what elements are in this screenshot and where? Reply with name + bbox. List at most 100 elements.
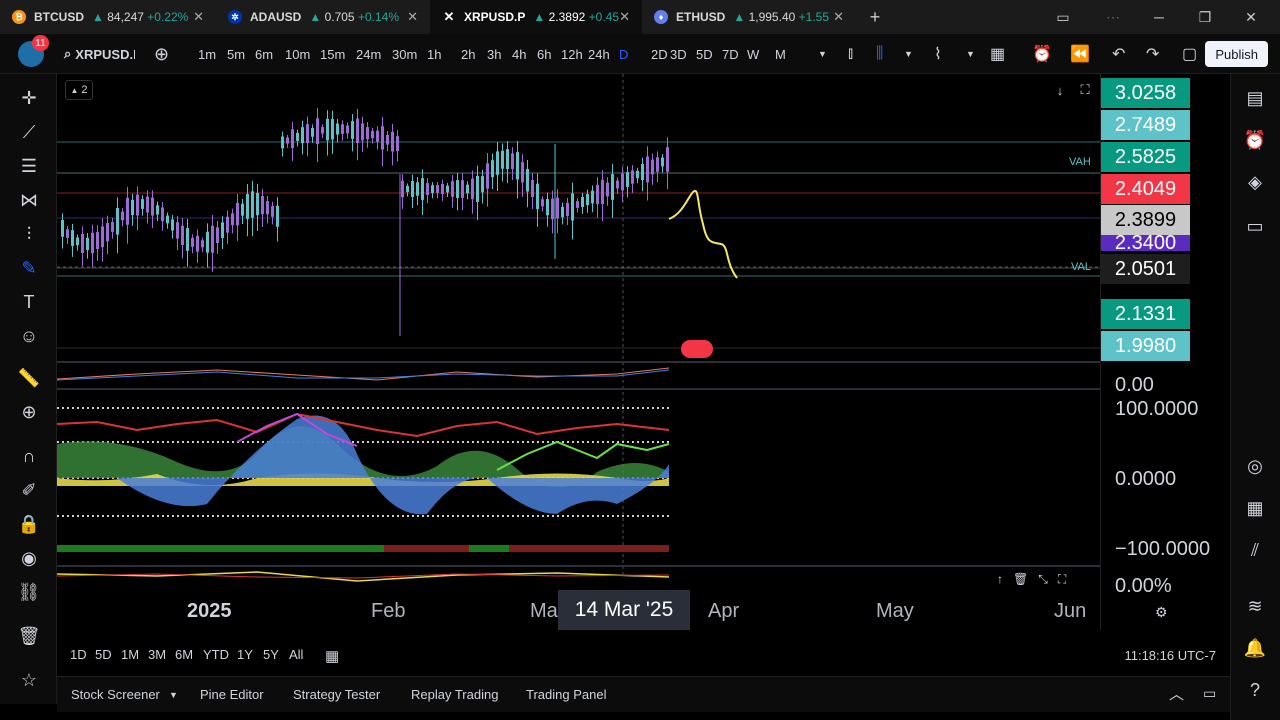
maximize-panel-icon[interactable]: ▭ — [1203, 685, 1216, 702]
interval-5D[interactable]: 5D — [696, 34, 713, 74]
close-icon[interactable]: ✕ — [407, 9, 418, 25]
interval-4h[interactable]: 4h — [512, 34, 526, 74]
templates-icon[interactable]: ▦ — [990, 34, 1005, 74]
range-1d[interactable]: 1D — [70, 647, 87, 662]
layout-icon[interactable]: ▭ — [1040, 0, 1086, 34]
pane-separator[interactable] — [57, 388, 1230, 390]
restore-icon[interactable]: ❐ — [1182, 0, 1228, 34]
interval-7D[interactable]: 7D — [722, 34, 739, 74]
range-5y[interactable]: 5Y — [263, 647, 279, 662]
interval-W[interactable]: W — [747, 34, 759, 74]
chevron-down-icon[interactable]: ▼ — [169, 690, 178, 700]
interval-D[interactable]: D — [619, 34, 628, 74]
notifications-bell-icon[interactable]: 🔔 — [1241, 634, 1269, 662]
more-icon[interactable]: ⋯ — [1090, 0, 1136, 34]
layers-icon[interactable]: ◈ — [1241, 168, 1269, 196]
range-1y[interactable]: 1Y — [237, 647, 253, 662]
interval-3D[interactable]: 3D — [670, 34, 687, 74]
interval-10m[interactable]: 10m — [285, 34, 310, 74]
chat-icon[interactable]: ▭ — [1241, 212, 1269, 240]
new-tab-icon[interactable]: + — [860, 0, 890, 34]
interval-1m[interactable]: 1m — [198, 34, 216, 74]
browser-tab-ethusd[interactable]: ♦ ETHUSD ▲ 1,995.40 +1.55 ✕ — [642, 0, 856, 34]
tab-replay-trading[interactable]: Replay Trading — [411, 687, 498, 702]
interval-5m[interactable]: 5m — [227, 34, 245, 74]
interval-M[interactable]: M — [775, 34, 786, 74]
compare-add-icon[interactable]: ⊕ — [154, 34, 169, 74]
favorites-star-icon[interactable]: ☆ — [15, 666, 43, 694]
range-3m[interactable]: 3M — [148, 647, 166, 662]
range-ytd[interactable]: YTD — [203, 647, 229, 662]
interval-2D[interactable]: 2D — [651, 34, 668, 74]
range-5d[interactable]: 5D — [95, 647, 112, 662]
tab-trading-panel[interactable]: Trading Panel — [526, 687, 606, 702]
clock[interactable]: 11:18:16 UTC-7 — [1124, 648, 1216, 663]
chart-canvas[interactable] — [56, 74, 1100, 630]
scroll-down-icon[interactable]: ↓ — [1050, 80, 1070, 100]
close-icon[interactable]: ✕ — [193, 9, 204, 25]
trash-icon[interactable]: 🗑 — [15, 622, 43, 650]
browser-tab-adausd[interactable]: ✲ ADAUSD ▲ 0.705 +0.14% ✕ — [216, 0, 430, 34]
text-icon[interactable]: T — [15, 288, 43, 316]
range-all[interactable]: All — [289, 647, 303, 662]
brush-icon[interactable]: ✎ — [15, 254, 43, 282]
bar-style-icon[interactable]: ⫼ — [876, 34, 883, 74]
eye-icon[interactable]: ◉ — [15, 544, 43, 572]
redo-icon[interactable]: ↷ — [1146, 34, 1159, 74]
settings-gear-icon[interactable]: ⚙ — [1155, 604, 1168, 621]
interval-6m[interactable]: 6m — [255, 34, 273, 74]
chart-area[interactable]: ▲ 2 VAH VAL ↓ ⛶ ↑ 🗑 ⤡ ⛶ — [56, 74, 1100, 630]
link-icon[interactable]: ⛓ — [15, 578, 43, 606]
fullscreen-icon[interactable]: ▢ — [1182, 34, 1197, 74]
fib-retracement-icon[interactable]: ☰ — [15, 152, 43, 180]
publish-button[interactable]: Publish — [1205, 41, 1268, 67]
emoji-icon[interactable]: ☺ — [15, 322, 43, 350]
interval-24m[interactable]: 24m — [356, 34, 381, 74]
ruler-icon[interactable]: 📏 — [15, 364, 43, 392]
goto-date-icon[interactable]: ▦ — [325, 647, 339, 665]
interval-15m[interactable]: 15m — [320, 34, 345, 74]
interval-2h[interactable]: 2h — [461, 34, 475, 74]
close-icon[interactable]: ✕ — [619, 9, 630, 25]
chevron-down-icon[interactable]: ▼ — [818, 34, 827, 74]
interval-12h[interactable]: 12h — [561, 34, 583, 74]
watchlist-icon[interactable]: ▤ — [1241, 84, 1269, 112]
pine-icon[interactable]: ⫽ — [1241, 536, 1269, 564]
maximize-pane-icon[interactable]: ⛶ — [1075, 80, 1095, 100]
pane-separator[interactable] — [57, 565, 1230, 567]
browser-tab-btcusd[interactable]: ₿ BTCUSD ▲ 84,247 +0.22% ✕ — [0, 0, 216, 34]
undo-icon[interactable]: ↶ — [1112, 34, 1125, 74]
pane-separator[interactable] — [57, 361, 1230, 363]
prediction-icon[interactable]: ⫶ — [15, 220, 43, 248]
replay-icon[interactable]: ⏪ — [1070, 34, 1090, 74]
tab-strategy-tester[interactable]: Strategy Tester — [293, 687, 380, 702]
economic-events-icon[interactable] — [681, 340, 713, 358]
interval-24h[interactable]: 24h — [588, 34, 610, 74]
symbol-search[interactable]: ⌕ XRPUSD.P — [64, 34, 135, 74]
alert-icon[interactable]: ⏰ — [1032, 34, 1052, 74]
avatar[interactable]: 11 — [18, 35, 49, 67]
lock-icon[interactable]: 🔒 — [15, 510, 43, 538]
target-icon[interactable]: ◎ — [1241, 452, 1269, 480]
trendline-icon[interactable]: ⟋ — [15, 118, 43, 146]
candles-icon[interactable]: ⫾ — [848, 34, 853, 74]
calendar-icon[interactable]: ▦ — [1241, 494, 1269, 522]
crosshair-icon[interactable]: ✛ — [15, 84, 43, 112]
stay-drawing-icon[interactable]: ✐ — [15, 476, 43, 504]
pane-collapse-toggle[interactable]: ▲ 2 — [65, 80, 93, 100]
window-close-icon[interactable]: ✕ — [1228, 0, 1274, 34]
alerts-clock-icon[interactable]: ⏰ — [1241, 126, 1269, 154]
move-up-icon[interactable]: ↑ — [997, 572, 1003, 587]
interval-6h[interactable]: 6h — [537, 34, 551, 74]
help-icon[interactable]: ? — [1241, 676, 1269, 704]
maximize-icon[interactable]: ⛶ — [1058, 572, 1066, 587]
tab-pine-editor[interactable]: Pine Editor — [200, 687, 264, 702]
signal-icon[interactable]: ≋ — [1241, 592, 1269, 620]
browser-tab-xrpusd[interactable]: ✕ XRPUSD.P ▲ 2.3892 +0.45 ✕ — [430, 0, 642, 34]
chevron-down-icon[interactable]: ▼ — [904, 34, 913, 74]
collapse-panel-icon[interactable]: ︿ — [1169, 683, 1184, 704]
zoom-in-icon[interactable]: ⊕ — [15, 398, 43, 426]
range-1m[interactable]: 1M — [121, 647, 139, 662]
tab-stock-screener[interactable]: Stock Screener — [71, 687, 160, 702]
indicators-icon[interactable]: ⌇ — [934, 34, 942, 74]
